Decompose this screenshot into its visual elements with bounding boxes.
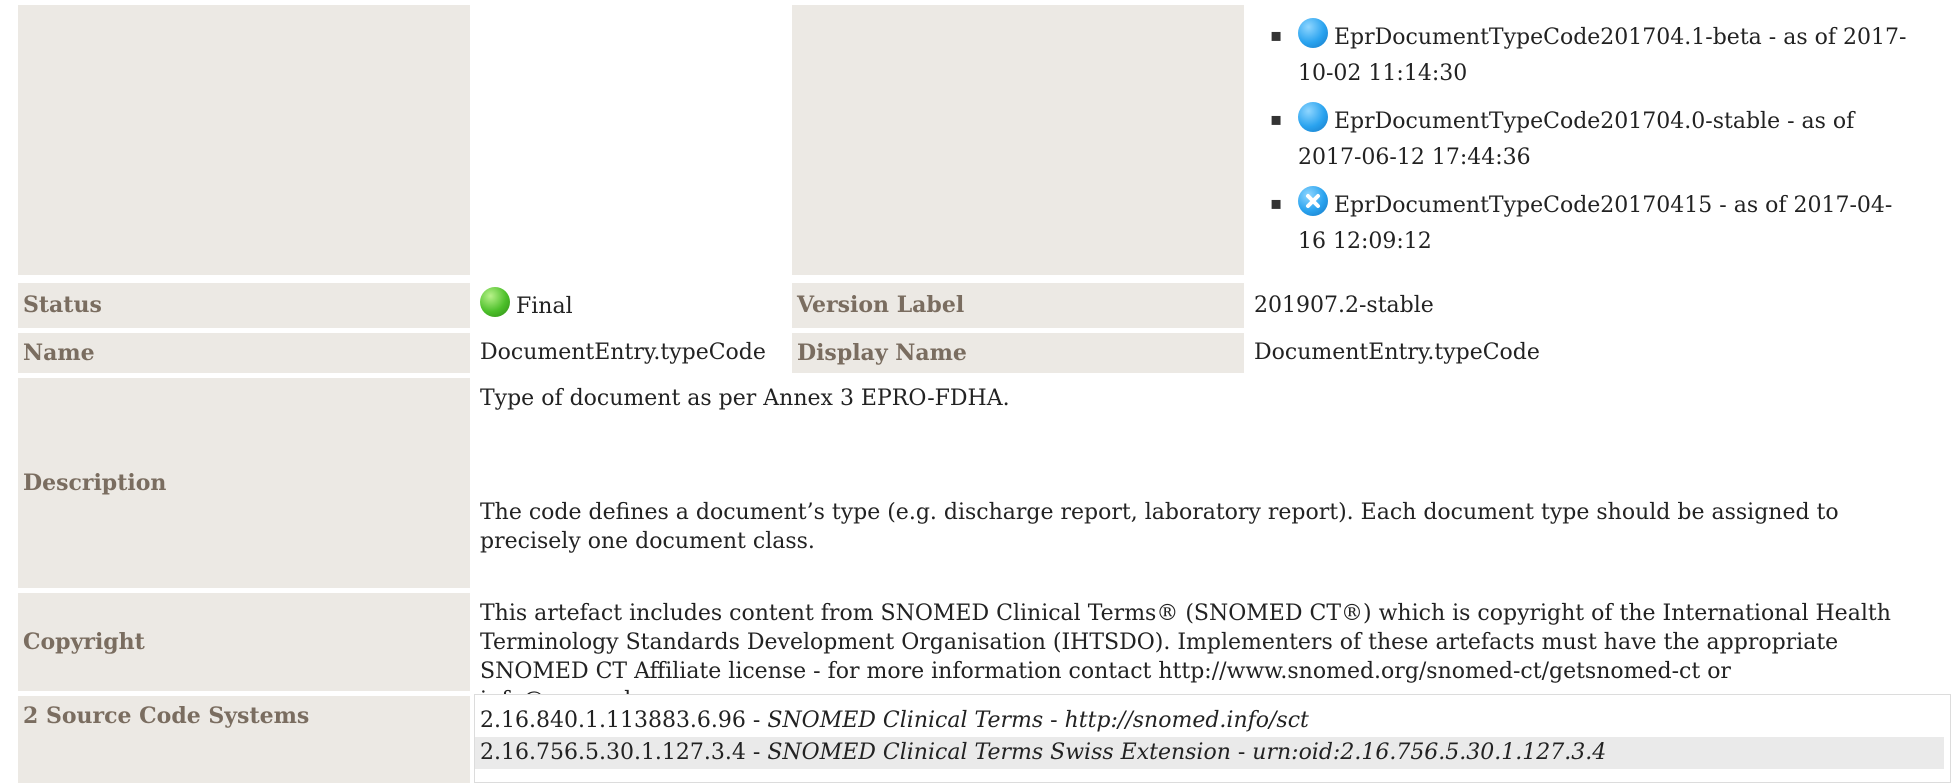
version-name: EprDocumentTypeCode201704.1-beta xyxy=(1334,25,1762,50)
blue-status-icon xyxy=(1298,18,1328,48)
copyright-label: Copyright xyxy=(18,593,470,691)
bullet-icon: ▪ xyxy=(1270,193,1283,214)
version-label-label: Version Label xyxy=(792,283,1244,328)
description-label: Description xyxy=(18,378,470,588)
source-code-systems-table: 2.16.840.1.113883.6.96 - SNOMED Clinical… xyxy=(474,694,1951,783)
source-oid: 2.16.840.1.113883.6.96 xyxy=(480,708,746,733)
separator: - xyxy=(745,740,768,765)
description-para-2: The code defines a document’s type (e.g.… xyxy=(480,500,1839,554)
name-value: DocumentEntry.typeCode xyxy=(480,340,766,365)
display-name-value: DocumentEntry.typeCode xyxy=(1254,340,1540,365)
version-item[interactable]: ▪ EprDocumentTypeCode201704.1-beta - as … xyxy=(1270,18,1910,92)
version-history: ▪ EprDocumentTypeCode201704.1-beta - as … xyxy=(1270,18,1910,270)
status-label: Status xyxy=(18,283,470,328)
version-label-value: 201907.2-stable xyxy=(1254,293,1434,318)
version-item[interactable]: ▪ EprDocumentTypeCode20170415 - as of 20… xyxy=(1270,186,1910,260)
source-code-system-row: 2.16.840.1.113883.6.96 - SNOMED Clinical… xyxy=(475,705,1944,737)
source-name: SNOMED Clinical Terms Swiss Extension xyxy=(767,740,1231,765)
source-oid: 2.16.756.5.30.1.127.3.4 xyxy=(480,740,746,765)
status-final-icon xyxy=(480,287,510,317)
source-code-systems-label: 2 Source Code Systems xyxy=(18,696,470,783)
source-name: SNOMED Clinical Terms xyxy=(767,708,1044,733)
name-label: Name xyxy=(18,333,470,373)
status-value: Final xyxy=(480,287,780,327)
version-name: EprDocumentTypeCode20170415 xyxy=(1334,193,1713,218)
version-item[interactable]: ▪ EprDocumentTypeCode201704.0-stable - a… xyxy=(1270,102,1910,176)
bullet-icon: ▪ xyxy=(1270,109,1283,130)
label-cell-top-left xyxy=(18,5,470,275)
source-uri: urn:oid:2.16.756.5.30.1.127.3.4 xyxy=(1252,740,1607,765)
separator: - xyxy=(1230,740,1253,765)
cancelled-status-icon xyxy=(1298,186,1328,216)
description-para-1: Type of document as per Annex 3 EPRO-FDH… xyxy=(480,386,1010,411)
display-name-label: Display Name xyxy=(792,333,1244,373)
version-name: EprDocumentTypeCode201704.0-stable xyxy=(1334,109,1781,134)
status-text: Final xyxy=(516,294,573,319)
separator: - xyxy=(1043,708,1065,733)
version-list: ▪ EprDocumentTypeCode201704.1-beta - as … xyxy=(1270,18,1910,260)
source-code-system-row: 2.16.756.5.30.1.127.3.4 - SNOMED Clinica… xyxy=(475,737,1944,769)
label-cell-top-middle xyxy=(792,5,1244,275)
source-uri: http://snomed.info/sct xyxy=(1064,708,1309,733)
separator: - xyxy=(745,708,768,733)
blue-status-icon xyxy=(1298,102,1328,132)
bullet-icon: ▪ xyxy=(1270,25,1283,46)
